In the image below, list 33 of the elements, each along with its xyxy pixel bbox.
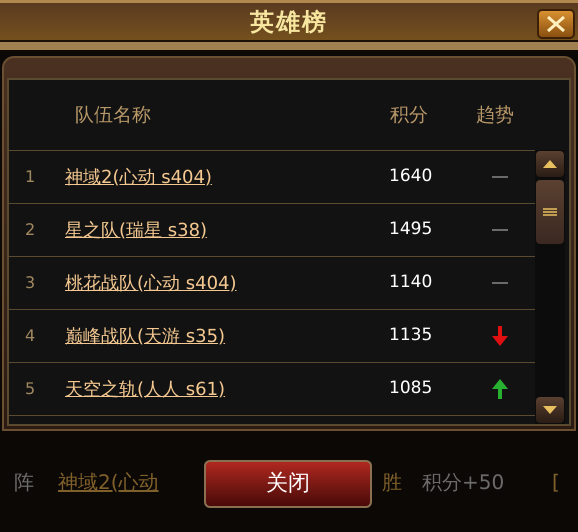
rank-number: 5: [24, 378, 36, 400]
scroll-down-button[interactable]: [536, 397, 564, 423]
rank-number: 2: [24, 219, 36, 241]
rank-number: 1: [24, 166, 36, 188]
score: 1135: [389, 324, 434, 348]
rank-number: 4: [24, 325, 36, 347]
grip-icon: [543, 208, 557, 216]
scrollbar[interactable]: [535, 150, 565, 424]
scroll-thumb[interactable]: [536, 180, 564, 244]
team-link[interactable]: 星之队(瑞星 s38): [65, 216, 389, 244]
result: 胜: [382, 468, 403, 496]
close-icon: [545, 15, 567, 33]
team-link[interactable]: 神域2(心动 s404): [65, 164, 389, 190]
score: 1495: [389, 218, 434, 242]
score: 1640: [389, 165, 434, 188]
close-dialog-button[interactable]: 关闭: [204, 460, 372, 508]
score: 1085: [389, 377, 434, 400]
team-link[interactable]: 天空之轨(人人 s61): [65, 376, 389, 402]
close-button[interactable]: [537, 9, 575, 39]
column-header: 趋势: [476, 102, 514, 128]
window-title: 英雄榜: [250, 6, 328, 38]
scroll-up-button[interactable]: [536, 151, 564, 177]
team-link[interactable]: 巅峰战队(天游 s35): [65, 322, 389, 350]
triangle-up-icon: [543, 160, 557, 168]
row-label: 阵: [13, 468, 35, 496]
column-header: 队伍名称: [75, 102, 152, 128]
column-header: 积分: [390, 102, 429, 128]
bracket: [: [552, 468, 560, 496]
triangle-down-icon: [543, 406, 557, 414]
rank-number: 3: [24, 272, 36, 294]
team-link[interactable]: 桃花战队(心动 s404): [65, 270, 389, 296]
score: 1140: [389, 271, 434, 294]
points: 积分+50: [422, 468, 506, 496]
